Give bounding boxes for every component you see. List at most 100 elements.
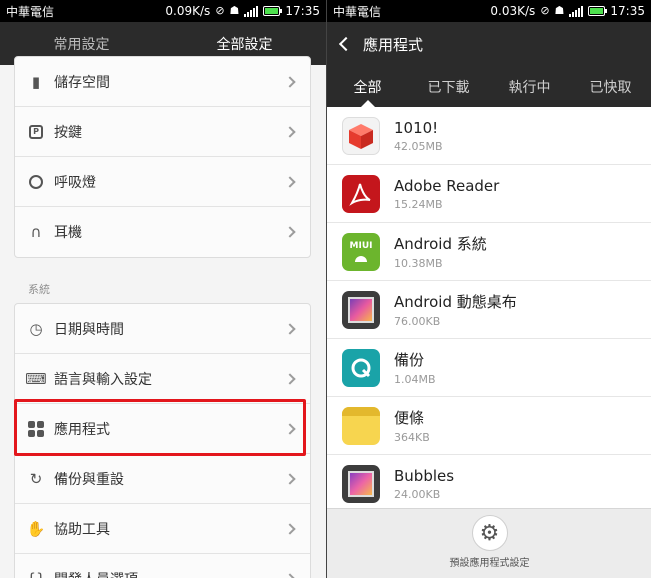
signal-icon bbox=[569, 5, 584, 17]
backup-icon: ↻ bbox=[29, 469, 43, 488]
bubbles-icon bbox=[342, 464, 380, 503]
app-filter-tabs: 全部 已下載 執行中 已快取 bbox=[327, 66, 651, 107]
network-speed: 0.09K/s bbox=[165, 4, 211, 18]
app-bar: 應用程式 bbox=[327, 22, 651, 66]
carrier-label: 中華電信 bbox=[6, 4, 55, 19]
section-header-system: 系統 bbox=[28, 283, 50, 296]
app-name: Android 系統 bbox=[394, 235, 487, 253]
settings-item-label: 應用程式 bbox=[54, 421, 110, 438]
settings-item-buttons[interactable]: P 按鍵 bbox=[15, 107, 310, 157]
settings-item-date-time[interactable]: ◷ 日期與時間 bbox=[15, 304, 310, 354]
chevron-right-icon bbox=[284, 125, 296, 138]
app-name: Bubbles bbox=[394, 466, 455, 485]
chevron-right-icon bbox=[284, 175, 296, 188]
sd-card-icon: ▮ bbox=[31, 72, 41, 91]
settings-item-language-input[interactable]: ⌨ 語言與輸入設定 bbox=[15, 354, 310, 404]
settings-group-device: ▮ 儲存空間 P 按鍵 呼吸燈 ∩ 耳機 bbox=[14, 56, 311, 258]
no-sim-icon: ⊘ bbox=[540, 4, 550, 17]
settings-item-label: 耳機 bbox=[54, 225, 82, 241]
backup-app-icon bbox=[342, 348, 380, 387]
app-list-item[interactable]: 備份 1.04MB bbox=[327, 339, 651, 397]
app-size: 42.05MB bbox=[394, 139, 443, 153]
chevron-right-icon bbox=[284, 372, 296, 385]
no-sim-icon: ⊘ bbox=[215, 4, 225, 17]
active-tab-indicator bbox=[361, 100, 375, 107]
settings-item-label: 備份與重設 bbox=[54, 471, 124, 488]
clock: 17:35 bbox=[610, 4, 645, 18]
chevron-right-icon bbox=[284, 226, 296, 238]
light-icon bbox=[27, 173, 45, 191]
settings-item-apps[interactable]: 應用程式 bbox=[15, 404, 310, 454]
app-name: 1010! bbox=[394, 118, 439, 137]
default-apps-settings-label[interactable]: 預設應用程式設定 bbox=[450, 554, 530, 569]
settings-item-label: 語言與輸入設定 bbox=[54, 371, 152, 388]
hand-icon: ✋ bbox=[26, 519, 46, 538]
notes-icon bbox=[342, 406, 380, 445]
clock: 17:35 bbox=[285, 4, 320, 18]
settings-item-headset[interactable]: ∩ 耳機 bbox=[15, 207, 310, 257]
chevron-right-icon bbox=[284, 522, 296, 535]
settings-panel: 中華電信 0.09K/s ⊘ ☗ 17:35 常用設定 全部設定 ▮ 儲存空間 … bbox=[0, 0, 326, 578]
tab-downloaded[interactable]: 已下載 bbox=[408, 66, 489, 107]
keyboard-icon: ⌨ bbox=[25, 369, 47, 388]
signal-icon bbox=[244, 5, 259, 17]
settings-item-accessibility[interactable]: ✋ 協助工具 bbox=[15, 504, 310, 554]
clock-icon: ◷ bbox=[29, 319, 43, 338]
status-bar: 中華電信 0.09K/s ⊘ ☗ 17:35 bbox=[0, 0, 326, 22]
key-icon: P bbox=[27, 123, 45, 141]
gear-icon[interactable]: ⚙ bbox=[471, 515, 508, 551]
app-name: Android 動態桌布 bbox=[394, 293, 517, 311]
apps-icon bbox=[27, 420, 45, 438]
adobe-reader-icon bbox=[342, 174, 380, 213]
app-size: 24.00KB bbox=[394, 487, 441, 501]
android-debug-icon: ☗ bbox=[229, 4, 240, 17]
cube-icon bbox=[342, 116, 380, 155]
settings-item-label: 呼吸燈 bbox=[54, 174, 96, 191]
status-bar: 中華電信 0.03K/s ⊘ ☗ 17:35 bbox=[327, 0, 651, 22]
tab-cached[interactable]: 已快取 bbox=[570, 66, 651, 107]
chevron-right-icon bbox=[284, 322, 296, 335]
app-list-item[interactable]: 便條 364KB bbox=[327, 397, 651, 455]
app-list-item[interactable]: MIUI Android 系統 10.38MB bbox=[327, 223, 651, 281]
settings-item-label: 協助工具 bbox=[54, 521, 110, 538]
settings-item-backup-reset[interactable]: ↻ 備份與重設 bbox=[15, 454, 310, 504]
settings-item-notification-light[interactable]: 呼吸燈 bbox=[15, 157, 310, 207]
network-speed: 0.03K/s bbox=[490, 4, 536, 18]
app-name: 便條 bbox=[394, 409, 425, 427]
headphones-icon: ∩ bbox=[30, 223, 42, 241]
app-size: 76.00KB bbox=[394, 315, 441, 328]
chevron-right-icon bbox=[284, 472, 296, 485]
app-list-item[interactable]: Android 動態桌布 76.00KB bbox=[327, 281, 651, 339]
app-list-item[interactable]: Bubbles 24.00KB bbox=[327, 455, 651, 513]
page-title: 應用程式 bbox=[363, 35, 424, 54]
app-list-item[interactable]: Adobe Reader 15.24MB bbox=[327, 165, 651, 223]
app-list: 1010! 42.05MB Adobe Reader 15.24MB MIUI An… bbox=[327, 107, 651, 513]
bottom-bar: ⚙ 預設應用程式設定 bbox=[327, 508, 651, 578]
app-size: 1.04MB bbox=[394, 373, 436, 386]
tab-running[interactable]: 執行中 bbox=[489, 66, 570, 107]
app-name: Adobe Reader bbox=[394, 176, 500, 195]
battery-icon bbox=[263, 6, 283, 16]
app-size: 10.38MB bbox=[394, 257, 443, 270]
settings-group-system: ◷ 日期與時間 ⌨ 語言與輸入設定 應用程式 ↻ 備份與重設 ✋ 協助工具 {}… bbox=[14, 303, 311, 578]
app-name: 備份 bbox=[394, 351, 425, 369]
settings-item-label: 日期與時間 bbox=[54, 321, 124, 338]
app-list-item[interactable]: 1010! 42.05MB bbox=[327, 107, 651, 165]
miui-android-icon: MIUI bbox=[342, 232, 380, 271]
app-size: 15.24MB bbox=[394, 197, 443, 211]
braces-icon: {} bbox=[26, 570, 45, 578]
wallpaper-icon bbox=[342, 290, 380, 329]
back-icon[interactable] bbox=[338, 36, 354, 52]
carrier-label: 中華電信 bbox=[333, 4, 382, 19]
settings-item-label: 儲存空間 bbox=[54, 74, 110, 91]
chevron-right-icon bbox=[284, 422, 296, 435]
battery-icon bbox=[588, 6, 608, 16]
app-size: 364KB bbox=[394, 431, 430, 444]
apps-panel: 中華電信 0.03K/s ⊘ ☗ 17:35 應用程式 全部 已下載 執行中 已… bbox=[326, 0, 651, 578]
settings-item-storage[interactable]: ▮ 儲存空間 bbox=[15, 57, 310, 107]
chevron-right-icon bbox=[284, 75, 296, 88]
settings-item-label: 按鍵 bbox=[54, 124, 82, 141]
chevron-right-icon bbox=[284, 573, 296, 578]
settings-item-label: 開發人員選項 bbox=[54, 569, 286, 578]
settings-item-developer-options[interactable]: {} 開發人員選項 bbox=[15, 554, 310, 578]
